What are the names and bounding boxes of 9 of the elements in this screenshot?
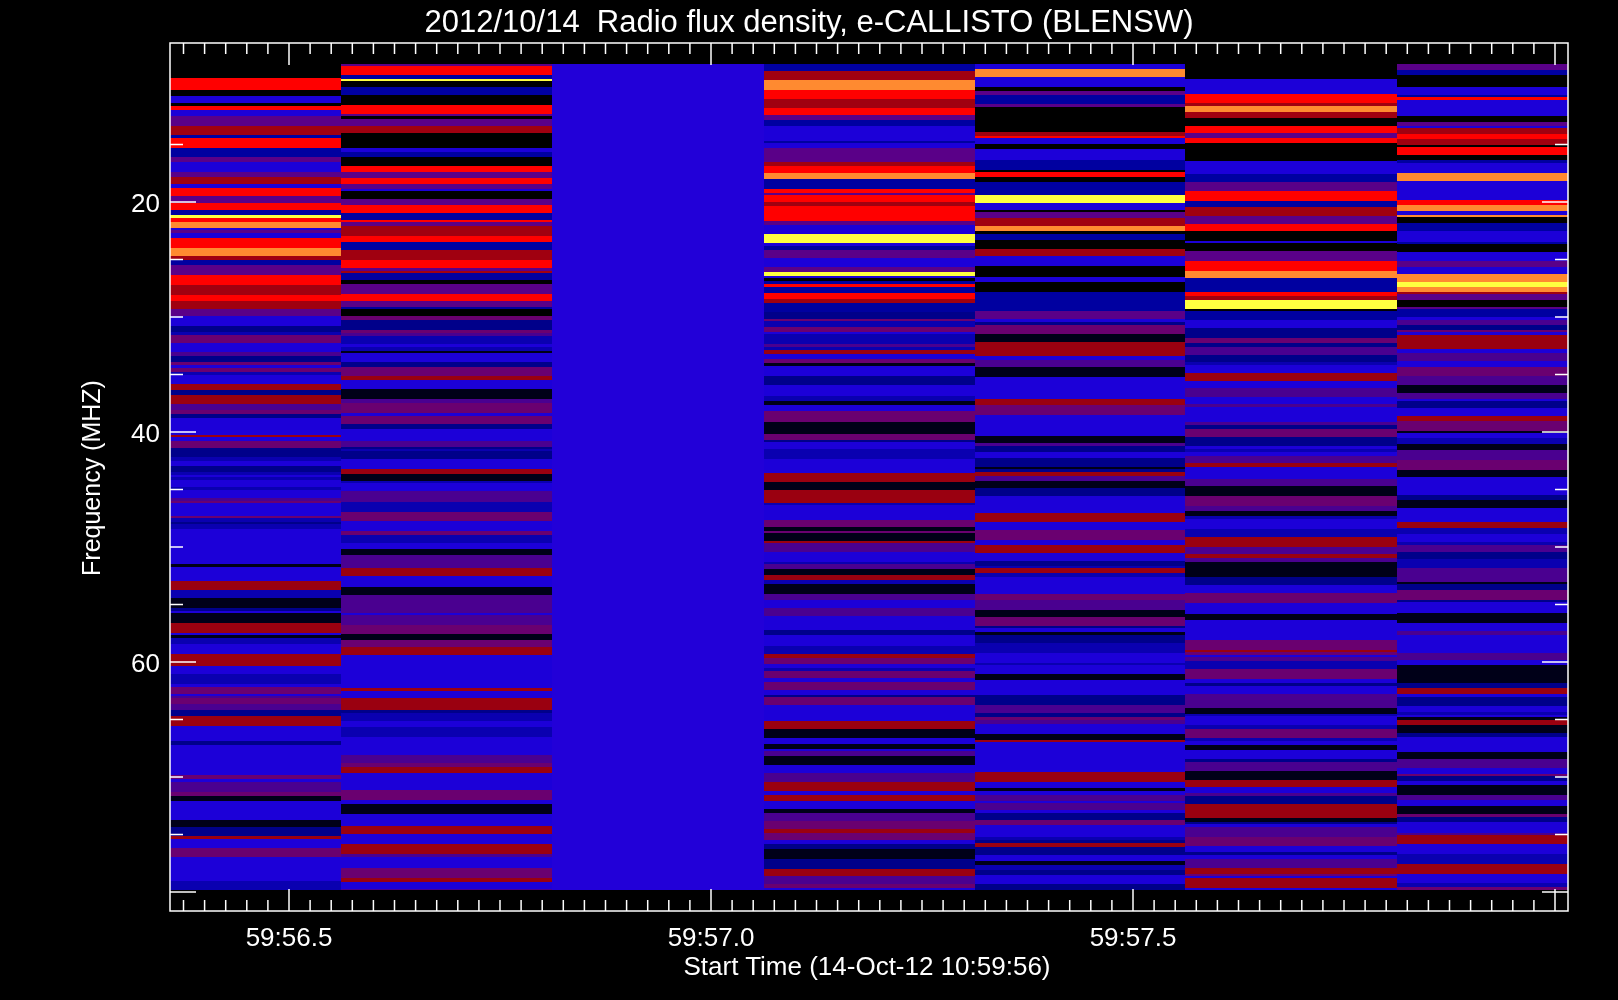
y-tick-label: 60 (131, 648, 160, 678)
x-tick-label: 59:56.5 (245, 922, 333, 952)
x-tick-label: 59:57.5 (1089, 922, 1177, 952)
y-tick-label: 20 (131, 188, 160, 218)
y-tick-label: 40 (131, 418, 160, 448)
chart-title: 2012/10/14 Radio flux density, e-CALLISTO (BLENSW) (424, 4, 1194, 39)
y-axis-label: Frequency (MHZ) (77, 380, 105, 576)
x-tick-label: 59:57.0 (667, 922, 755, 952)
x-axis-label: Start Time (14-Oct-12 10:59:56) (683, 951, 1051, 981)
